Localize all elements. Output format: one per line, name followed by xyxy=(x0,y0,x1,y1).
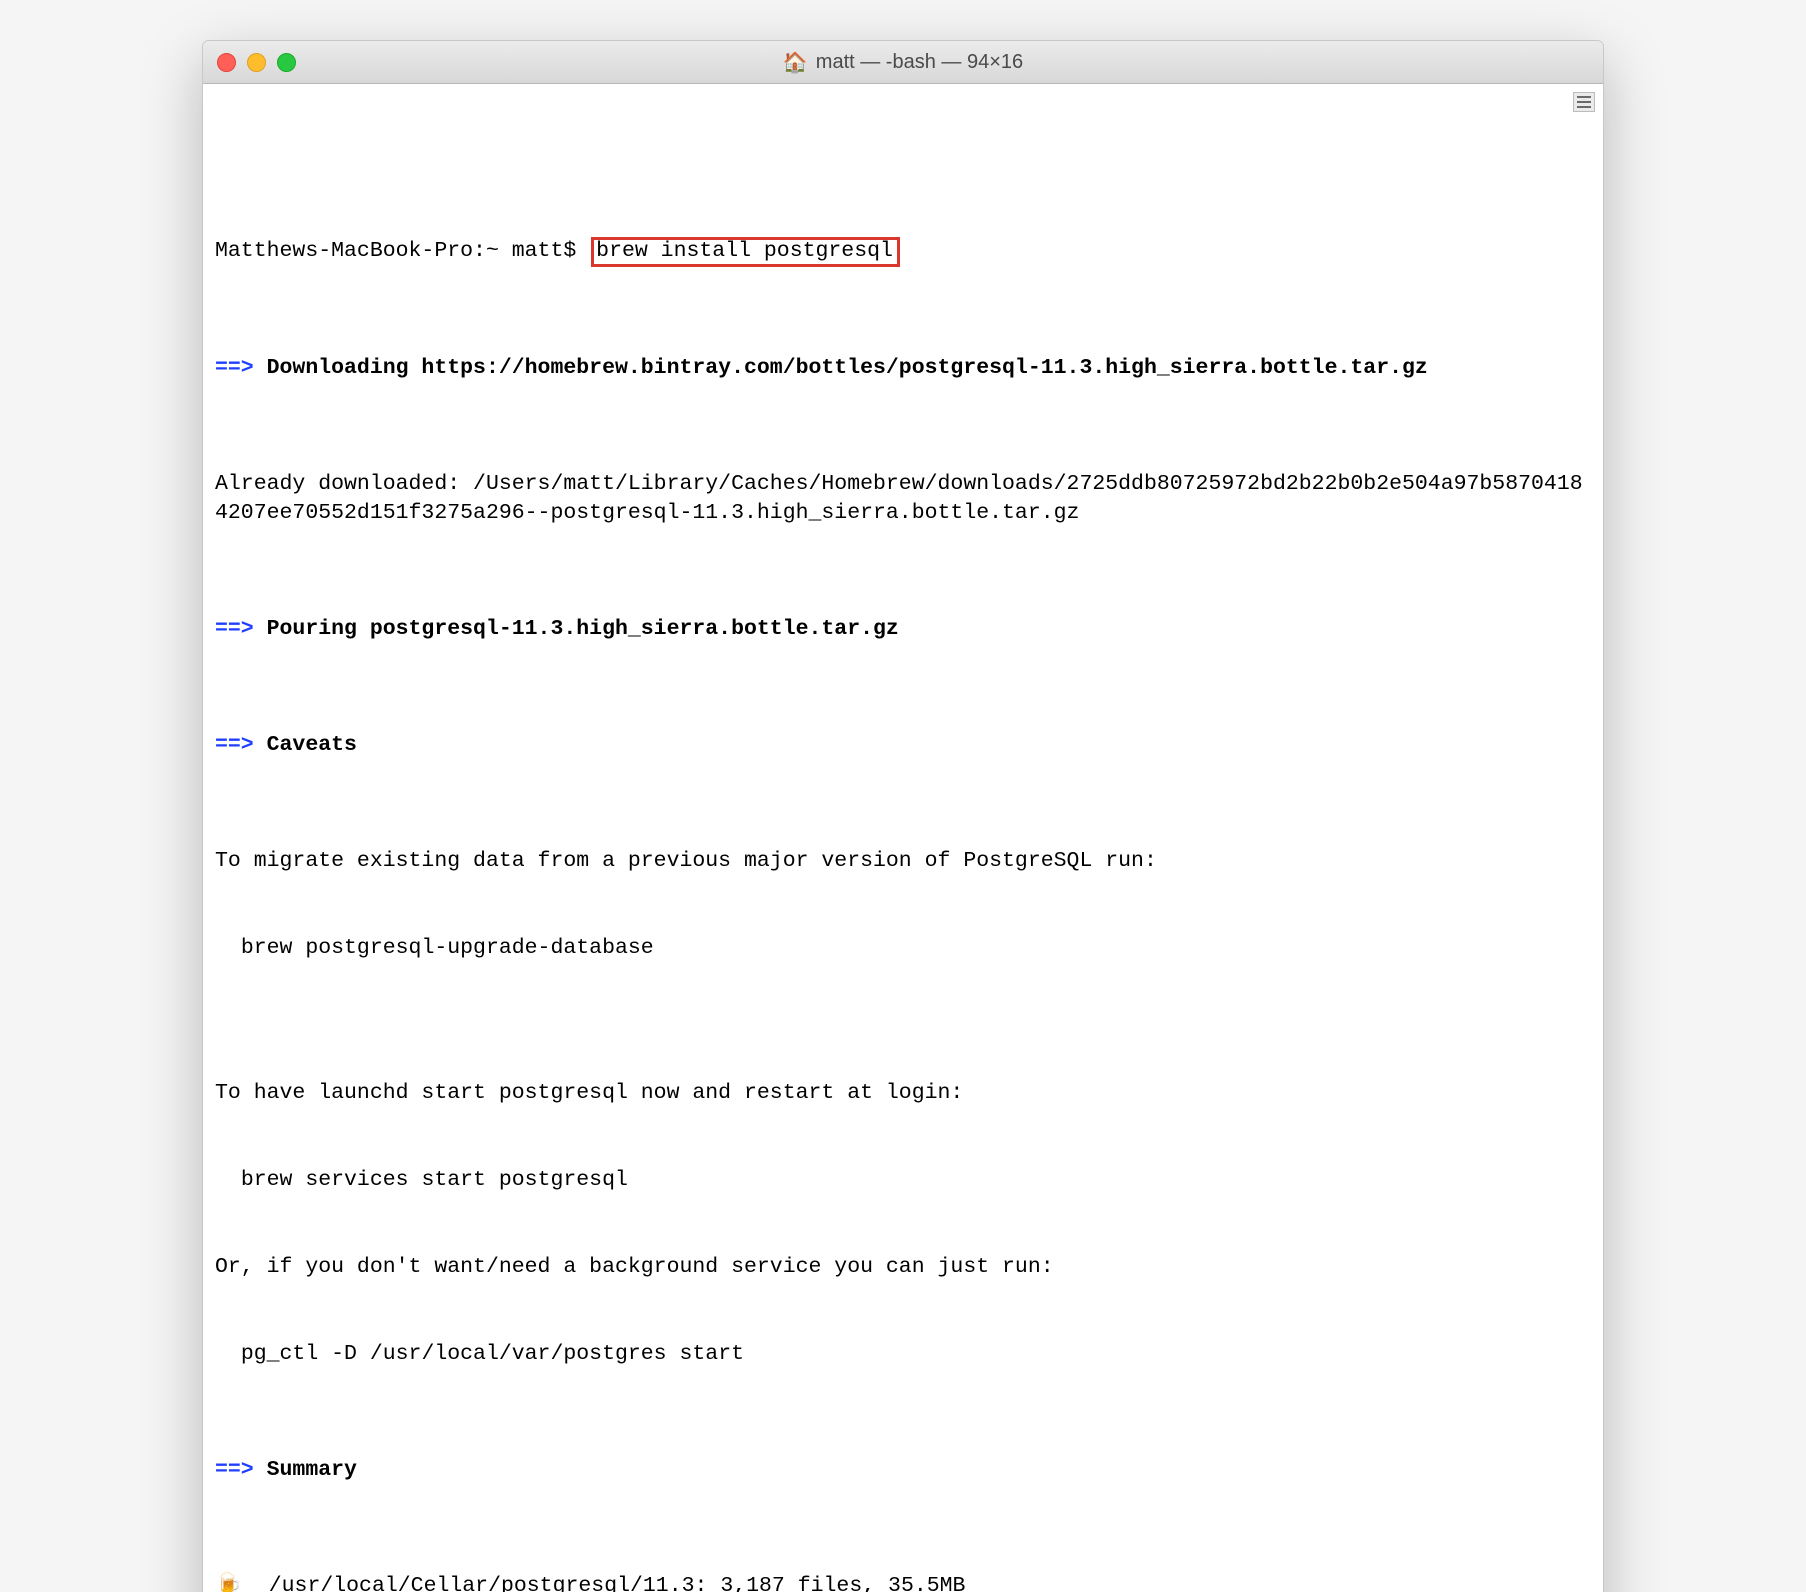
brew-arrow: ==> xyxy=(215,617,267,641)
traffic-lights xyxy=(217,53,296,72)
terminal-line: ==> Pouring postgresql-11.3.high_sierra.… xyxy=(215,615,1591,644)
shell-prompt: Matthews-MacBook-Pro:~ matt$ xyxy=(215,239,589,263)
window-title: matt — -bash — 94×16 xyxy=(816,51,1023,74)
fullscreen-button[interactable] xyxy=(277,53,296,72)
brew-arrow: ==> xyxy=(215,1458,267,1482)
brew-heading: Summary xyxy=(267,1458,357,1482)
beer-icon: 🍺 xyxy=(215,1572,243,1592)
terminal-window: 🏠 matt — -bash — 94×16 Matthews-MacBook-… xyxy=(202,40,1604,1592)
brew-heading: Downloading https://homebrew.bintray.com… xyxy=(267,356,1428,380)
brew-heading: Caveats xyxy=(267,733,357,757)
terminal-line: Or, if you don't want/need a background … xyxy=(215,1253,1591,1282)
brew-heading: Pouring postgresql-11.3.high_sierra.bott… xyxy=(267,617,899,641)
terminal-line: Already downloaded: /Users/matt/Library/… xyxy=(215,470,1591,528)
window-title-group: 🏠 matt — -bash — 94×16 xyxy=(783,50,1023,75)
entered-command: brew install postgresql xyxy=(591,237,900,267)
summary-text: /usr/local/Cellar/postgresql/11.3: 3,187… xyxy=(243,1574,966,1592)
titlebar[interactable]: 🏠 matt — -bash — 94×16 xyxy=(203,41,1603,84)
terminal-line: To have launchd start postgresql now and… xyxy=(215,1079,1591,1108)
brew-arrow: ==> xyxy=(215,356,267,380)
close-button[interactable] xyxy=(217,53,236,72)
hamburger-icon[interactable] xyxy=(1573,92,1595,112)
terminal-line: Matthews-MacBook-Pro:~ matt$ brew instal… xyxy=(215,237,1591,267)
terminal-line: brew services start postgresql xyxy=(215,1166,1591,1195)
terminal-line: To migrate existing data from a previous… xyxy=(215,847,1591,876)
terminal-line: ==> Downloading https://homebrew.bintray… xyxy=(215,354,1591,383)
terminal-line: ==> Summary xyxy=(215,1456,1591,1485)
home-icon: 🏠 xyxy=(783,50,808,75)
terminal-line: 🍺 /usr/local/Cellar/postgresql/11.3: 3,1… xyxy=(215,1572,1591,1592)
terminal-body[interactable]: Matthews-MacBook-Pro:~ matt$ brew instal… xyxy=(203,84,1603,1592)
terminal-line: pg_ctl -D /usr/local/var/postgres start xyxy=(215,1340,1591,1369)
minimize-button[interactable] xyxy=(247,53,266,72)
brew-arrow: ==> xyxy=(215,733,267,757)
terminal-line: ==> Caveats xyxy=(215,731,1591,760)
terminal-line: brew postgresql-upgrade-database xyxy=(215,934,1591,963)
